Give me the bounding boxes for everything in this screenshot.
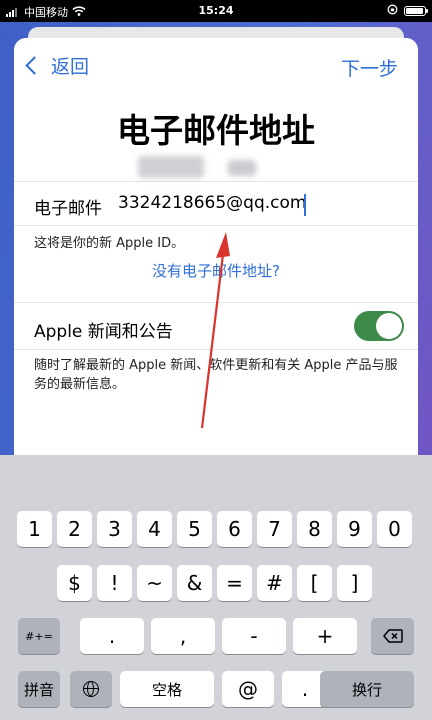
key-3[interactable]: 3 xyxy=(97,511,132,547)
symbol-key[interactable]: # xyxy=(257,565,292,601)
key-2[interactable]: 2 xyxy=(57,511,92,547)
globe-key[interactable] xyxy=(70,671,112,707)
symbol-key[interactable]: ! xyxy=(97,565,132,601)
key-1[interactable]: 1 xyxy=(17,511,52,547)
divider xyxy=(14,349,418,350)
chevron-left-icon xyxy=(25,56,44,75)
apple-id-hint: 这将是你的新 Apple ID。 xyxy=(34,236,185,251)
symbol-key[interactable]: $ xyxy=(57,565,92,601)
punctuation-key[interactable]: - xyxy=(222,618,286,654)
status-bar: 中国移动 15:24 xyxy=(0,0,432,22)
email-label: 电子邮件 xyxy=(34,199,102,219)
email-row: 电子邮件 xyxy=(14,182,418,226)
page-title: 电子邮件地址 xyxy=(117,111,315,150)
no-email-link[interactable]: 没有电子邮件地址? xyxy=(14,260,418,281)
redaction-blur xyxy=(138,156,204,178)
news-description: 随时了解最新的 Apple 新闻、软件更新和有关 Apple 产品与服务的最新信… xyxy=(34,358,398,392)
punctuation-key[interactable]: . xyxy=(80,618,144,654)
backspace-key[interactable] xyxy=(371,618,414,654)
news-label: Apple 新闻和公告 xyxy=(34,322,173,342)
key-8[interactable]: 8 xyxy=(297,511,332,547)
return-key[interactable]: 换行 xyxy=(320,671,414,707)
symbol-key[interactable]: & xyxy=(177,565,212,601)
pinyin-key[interactable]: 拼音 xyxy=(18,671,60,707)
email-field[interactable] xyxy=(118,187,408,219)
next-button[interactable]: 下一步 xyxy=(341,54,398,81)
key-5[interactable]: 5 xyxy=(177,511,212,547)
redaction-blur xyxy=(228,160,256,176)
globe-icon xyxy=(83,681,99,697)
key-0[interactable]: 0 xyxy=(377,511,412,547)
key-6[interactable]: 6 xyxy=(217,511,252,547)
punctuation-key[interactable]: , xyxy=(151,618,215,654)
status-time: 15:24 xyxy=(198,4,234,17)
back-button[interactable]: 返回 xyxy=(24,52,89,79)
news-toggle[interactable] xyxy=(354,311,404,341)
space-key[interactable]: 空格 xyxy=(120,671,214,707)
symbol-key[interactable]: = xyxy=(217,565,252,601)
key-9[interactable]: 9 xyxy=(337,511,372,547)
key-4[interactable]: 4 xyxy=(137,511,172,547)
status-right xyxy=(387,4,428,18)
divider xyxy=(14,225,418,226)
symbol-key[interactable]: ~ xyxy=(137,565,172,601)
symbol-key[interactable]: [ xyxy=(297,565,332,601)
at-key[interactable]: @ xyxy=(222,671,274,707)
divider xyxy=(14,302,418,303)
symbol-key[interactable]: ] xyxy=(337,565,372,601)
backspace-icon xyxy=(382,629,403,643)
orientation-lock-icon xyxy=(387,4,398,18)
symbols-toggle-key[interactable]: #+= xyxy=(18,618,60,654)
keyboard: 1234567890 $! ~ & = #[] #+= ., - + 拼音 空格 @ . 换… xyxy=(0,455,432,720)
key-7[interactable]: 7 xyxy=(257,511,292,547)
back-label: 返回 xyxy=(51,56,90,78)
text-caret xyxy=(304,194,306,216)
punctuation-key[interactable]: + xyxy=(293,618,357,654)
battery-icon xyxy=(404,6,428,16)
